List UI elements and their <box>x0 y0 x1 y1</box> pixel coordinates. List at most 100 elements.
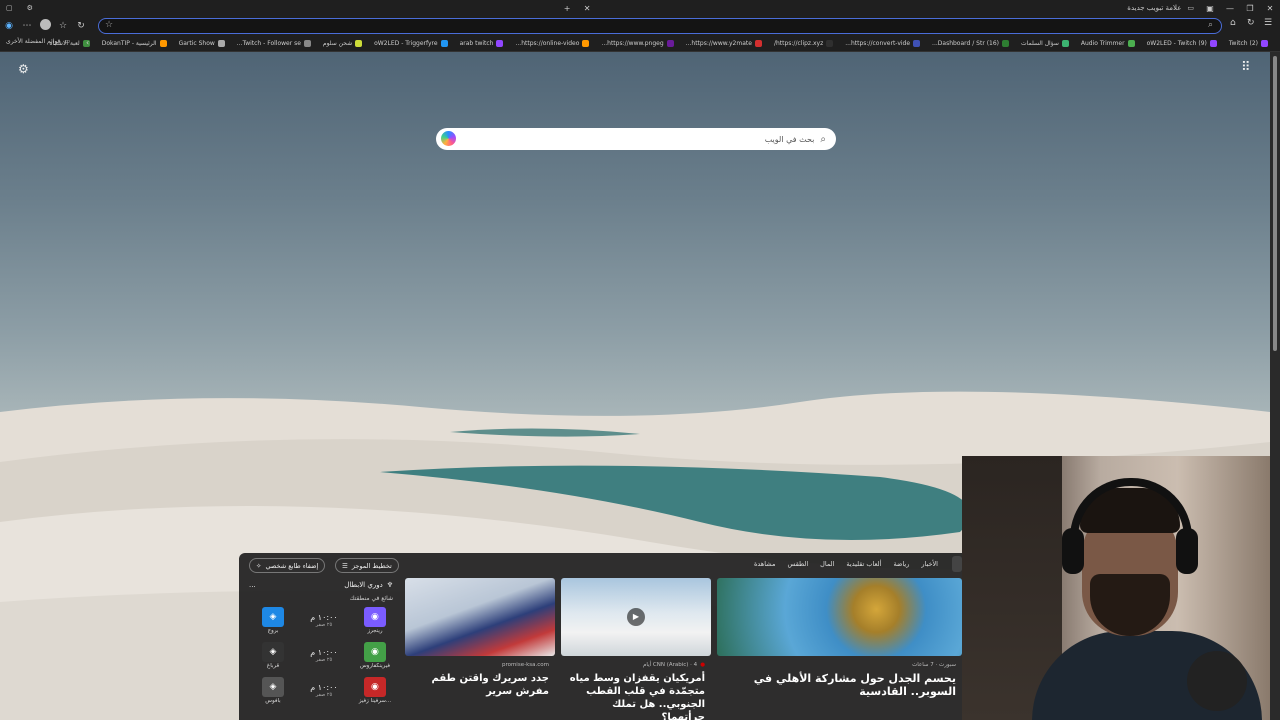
bookmark-favicon-icon <box>496 40 504 47</box>
bookmark-item[interactable]: سؤال السلمات <box>1017 40 1073 47</box>
personalize-button[interactable]: إضفاء طابع شخصي ✧ <box>249 558 326 573</box>
bookmark-item[interactable]: Twitch - Follower se... <box>233 40 315 47</box>
feed-nav-link[interactable]: رياضة <box>893 560 909 568</box>
bookmark-item[interactable]: (9) oW2LED - Twitch <box>1143 40 1221 47</box>
more-options-button[interactable]: ... <box>249 581 256 589</box>
search-input[interactable]: بحث في الويب <box>765 135 815 144</box>
other-favorites-folder[interactable]: ▭ قوائم المفضلة الأخرى <box>6 38 70 45</box>
bookmark-label: https://www.pngeg... <box>601 40 664 47</box>
headphone-cup-left <box>1062 528 1084 574</box>
profile-avatar[interactable] <box>36 19 54 33</box>
bookmark-item[interactable]: (16) Dashboard / Str... <box>928 40 1013 47</box>
trophy-image <box>717 578 962 656</box>
bookmark-item[interactable]: الرئيسية - DokanTIP <box>98 40 171 47</box>
away-team: ◈ قرباغ <box>255 642 291 669</box>
bookmark-label: arab twitch <box>459 40 494 47</box>
chevron-left-icon[interactable]: ‹ <box>86 38 89 47</box>
favorite-star-icon[interactable]: ☆ <box>105 20 113 30</box>
bedding-image <box>405 578 555 656</box>
match-row[interactable]: ◈ بروج ١٠:٠٠ م ٢٥ صفر ◉ رينجرز <box>249 604 399 637</box>
bookmark-label: الرئيسية - DokanTIP <box>101 40 157 47</box>
bookmark-label: https://clipz.xyz/ <box>773 40 824 47</box>
scrollbar-thumb[interactable] <box>1273 56 1277 351</box>
page-scrollbar[interactable] <box>1270 52 1280 720</box>
tab-actions-icon[interactable]: ▣ <box>1200 4 1220 13</box>
favorites-star-icon[interactable]: ☆ <box>54 21 72 31</box>
bookmark-favicon-icon <box>355 40 363 47</box>
close-button[interactable]: ✕ <box>1260 4 1280 13</box>
close-tab-icon[interactable]: ✕ <box>577 4 597 13</box>
bookmark-item[interactable]: https://convert-vide... <box>841 40 924 47</box>
bookmark-favicon-icon <box>826 40 834 47</box>
bookmark-favicon-icon <box>1061 40 1069 47</box>
feed-nav-link[interactable]: ألعاب تقليدية <box>846 560 881 568</box>
feed-nav-link[interactable]: الأخبار <box>921 560 938 568</box>
bookmark-favicon-icon <box>754 40 762 47</box>
sparkle-icon: ✧ <box>256 561 262 570</box>
news-card[interactable]: ▶ ● CNN (Arabic) · 4 أيام أمريكيان يقفزان… <box>561 578 711 720</box>
address-bar[interactable]: ☆ ⌕ <box>98 18 1222 34</box>
bookmark-favicon-icon <box>1127 40 1135 47</box>
news-card[interactable]: promise-ksa.com جدد سريرك واقتن طقم مفرش… <box>405 578 555 720</box>
cnn-logo-icon: ● <box>700 662 705 668</box>
away-team: ◈ بروج <box>255 607 291 634</box>
headphone-cup-right <box>1176 528 1198 574</box>
bookmark-label: https://online-video... <box>515 40 580 47</box>
card-title: يحسم الجدل حول مشاركة الأهلي في السوبر..… <box>753 672 956 698</box>
bookmark-item[interactable]: oW2LED - Triggerfyre <box>370 40 451 47</box>
feed-layout-label: تخطيط الموجز <box>351 561 392 570</box>
new-tab-button[interactable]: + <box>557 4 577 13</box>
menu-icon[interactable]: ☰ <box>1264 18 1272 28</box>
settings-gear-icon[interactable]: ⚙ <box>18 62 29 76</box>
feed-layout-button[interactable]: تخطيط الموجز ☰ <box>335 558 399 573</box>
bookmark-label: Gartic Show <box>178 40 215 47</box>
workspaces-icon[interactable]: ▢ <box>6 4 13 12</box>
match-time: ١٠:٠٠ م ٢٥ صفر <box>310 683 338 698</box>
reload-icon[interactable]: ↻ <box>1247 18 1255 28</box>
league-name[interactable]: دوري الابطال <box>344 581 382 589</box>
bookmark-item[interactable]: Audio Trimmer <box>1077 40 1139 47</box>
bookmark-item[interactable]: شحن سلوم <box>319 40 366 47</box>
bookmark-label: (16) Dashboard / Str... <box>932 40 1000 47</box>
team-crest-icon: ◉ <box>363 677 386 697</box>
restore-button[interactable]: ❐ <box>1240 4 1260 13</box>
sports-widget: ♆ دوري الابطال ... شائع في منطقتك ◈ بروج ١٠… <box>249 581 399 720</box>
bookmark-item[interactable]: https://online-video... <box>511 40 593 47</box>
address-search-icon: ⌕ <box>1207 20 1213 30</box>
active-tab[interactable]: ▭ علامة تبويب جديدة <box>1121 4 1200 12</box>
bookmark-favicon-icon <box>913 40 921 47</box>
match-date: ٢٥ صفر <box>315 622 333 628</box>
bookmark-item[interactable]: (2) Twitch <box>1225 40 1272 47</box>
refresh-icon[interactable]: ↻ <box>72 21 90 31</box>
edge-logo-icon[interactable]: ◉ <box>0 21 18 31</box>
web-search-box[interactable]: ⌕ بحث في الويب <box>436 128 836 150</box>
bookmark-item[interactable]: https://www.y2mate... <box>682 40 766 47</box>
team-crest-icon: ◉ <box>363 642 386 662</box>
card-source: ● CNN (Arabic) · 4 أيام <box>643 662 705 668</box>
headphones <box>1070 478 1192 558</box>
match-row[interactable]: ◈ بافوس ١٠:٠٠ م ٢٥ صفر ◉ سرفينا زفيز... <box>249 674 399 707</box>
feed-nav-link[interactable]: الطقس <box>787 560 808 568</box>
minimize-button[interactable]: — <box>1220 4 1240 13</box>
team-name: بروج <box>267 628 279 634</box>
play-icon[interactable]: ▶ <box>627 608 645 626</box>
bookmark-item[interactable]: Gartic Show <box>175 40 229 47</box>
bookmark-favicon-icon <box>1002 40 1010 47</box>
browser-essentials-icon[interactable]: ⚙ <box>27 4 33 12</box>
more-icon[interactable]: ⋯ <box>18 21 36 31</box>
copilot-icon[interactable] <box>441 131 456 146</box>
team-name: قرباغ <box>266 663 280 669</box>
feed-nav-link[interactable]: المال <box>820 560 834 568</box>
apps-grid-icon[interactable]: ⠿ <box>1241 60 1251 75</box>
bookmark-label: Twitch - Follower se... <box>236 40 301 47</box>
home-icon[interactable]: ⌂ <box>1230 18 1236 28</box>
team-name: فيرينكفاروس <box>359 663 390 669</box>
feed-nav-link[interactable]: مشاهدة <box>754 560 776 568</box>
bookmark-item[interactable]: https://clipz.xyz/ <box>770 40 837 47</box>
team-crest-icon: ◈ <box>262 677 284 697</box>
news-card[interactable]: سبورت · 7 ساعات يحسم الجدل حول مشاركة ال… <box>717 578 962 720</box>
bookmark-item[interactable]: arab twitch <box>456 40 508 47</box>
news-feed-panel: إضفاء طابع شخصي ✧ تخطيط الموجز ☰ الأخبار… <box>239 553 962 720</box>
match-row[interactable]: ◈ قرباغ ١٠:٠٠ م ٢٥ صفر ◉ فيرينكفاروس <box>249 639 399 672</box>
bookmark-item[interactable]: https://www.pngeg... <box>597 40 677 47</box>
